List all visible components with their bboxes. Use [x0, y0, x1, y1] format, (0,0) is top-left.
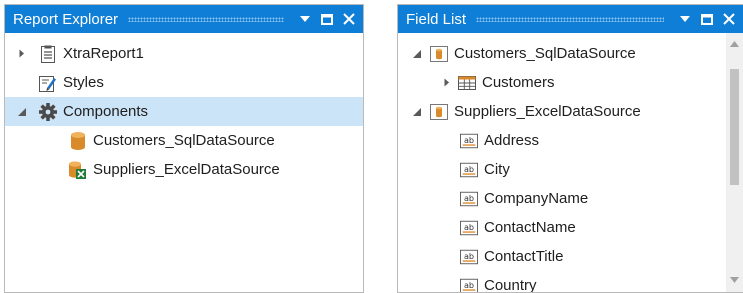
- sql-datasource-icon: [69, 131, 87, 150]
- svg-text:ab: ab: [464, 251, 474, 261]
- field-list-titlebar[interactable]: Field List: [398, 5, 743, 33]
- string-field-icon: ab: [460, 219, 478, 237]
- dropdown-arrow-icon[interactable]: [294, 5, 316, 33]
- maximize-icon[interactable]: [696, 5, 718, 33]
- collapse-arrow-icon[interactable]: [410, 47, 424, 61]
- dropdown-arrow-icon[interactable]: [674, 5, 696, 33]
- field-item-contactname[interactable]: ab ContactName: [398, 213, 743, 242]
- excel-datasource-icon: [69, 160, 87, 179]
- field-label: CompanyName: [484, 190, 589, 207]
- svg-text:ab: ab: [464, 135, 474, 145]
- report-explorer-titlebar[interactable]: Report Explorer: [5, 5, 363, 33]
- collapse-arrow-icon[interactable]: [410, 105, 424, 119]
- svg-text:ab: ab: [464, 280, 474, 290]
- report-icon: [39, 45, 57, 63]
- field-label: City: [484, 161, 510, 178]
- tree-item-customers-sqldatasource[interactable]: Customers_SqlDataSource: [5, 126, 363, 155]
- field-label: ContactTitle: [484, 248, 564, 265]
- drag-grip[interactable]: [128, 16, 284, 22]
- string-field-icon: ab: [460, 132, 478, 150]
- collapse-arrow-icon[interactable]: [15, 105, 29, 119]
- tree-item-label: Styles: [63, 74, 104, 91]
- svg-text:ab: ab: [464, 193, 474, 203]
- expand-arrow-icon[interactable]: [440, 76, 454, 90]
- field-label: ContactName: [484, 219, 576, 236]
- tree-item-customers-sqldatasource[interactable]: Customers_SqlDataSource: [398, 39, 743, 68]
- tree-item-suppliers-exceldatasource[interactable]: Suppliers_ExcelDataSource: [5, 155, 363, 184]
- string-field-icon: ab: [460, 190, 478, 208]
- svg-text:ab: ab: [464, 164, 474, 174]
- tree-item-label: Customers: [482, 74, 555, 91]
- tree-item-styles[interactable]: Styles: [5, 68, 363, 97]
- field-item-country[interactable]: ab Country: [398, 271, 743, 293]
- vertical-scrollbar[interactable]: [726, 33, 743, 292]
- close-icon[interactable]: [338, 5, 360, 33]
- close-icon[interactable]: [718, 5, 740, 33]
- panel-title: Report Explorer: [13, 10, 119, 28]
- tree-item-components[interactable]: Components: [5, 97, 363, 126]
- tree-item-customers[interactable]: Customers: [398, 68, 743, 97]
- table-icon: [458, 74, 476, 92]
- scroll-up-arrow-icon[interactable]: [726, 35, 743, 52]
- field-label: Country: [484, 277, 537, 293]
- string-field-icon: ab: [460, 277, 478, 292]
- drag-grip[interactable]: [476, 16, 664, 22]
- scrollbar-thumb[interactable]: [730, 69, 739, 185]
- tree-item-label: XtraReport1: [63, 45, 144, 62]
- field-item-contacttitle[interactable]: ab ContactTitle: [398, 242, 743, 271]
- field-item-city[interactable]: ab City: [398, 155, 743, 184]
- tree-item-label: Suppliers_ExcelDataSource: [93, 161, 280, 178]
- tree-item-xtrareport1[interactable]: XtraReport1: [5, 39, 363, 68]
- datasource-icon: [430, 45, 448, 63]
- string-field-icon: ab: [460, 161, 478, 179]
- field-list-tree: Customers_SqlDataSource Customers Suppli…: [398, 33, 743, 293]
- styles-icon: [39, 74, 57, 92]
- panel-title: Field List: [406, 10, 467, 28]
- string-field-icon: ab: [460, 248, 478, 266]
- expand-arrow-icon[interactable]: [15, 47, 29, 61]
- datasource-icon: [430, 103, 448, 121]
- field-list-panel: Field List Customers_SqlDataSource Custo…: [397, 4, 743, 293]
- field-item-companyname[interactable]: ab CompanyName: [398, 184, 743, 213]
- tree-item-label: Components: [63, 103, 149, 120]
- tree-item-label: Suppliers_ExcelDataSource: [454, 103, 641, 120]
- scroll-down-arrow-icon[interactable]: [726, 271, 743, 288]
- tree-item-label: Customers_SqlDataSource: [93, 132, 275, 149]
- field-label: Address: [484, 132, 540, 149]
- field-item-address[interactable]: ab Address: [398, 126, 743, 155]
- tree-item-suppliers-exceldatasource[interactable]: Suppliers_ExcelDataSource: [398, 97, 743, 126]
- gear-icon: [39, 102, 57, 121]
- report-explorer-tree: XtraReport1 Styles Components Customers_…: [5, 33, 363, 184]
- maximize-icon[interactable]: [316, 5, 338, 33]
- tree-item-label: Customers_SqlDataSource: [454, 45, 636, 62]
- report-explorer-panel: Report Explorer XtraReport1 Styles Compo…: [4, 4, 364, 293]
- svg-text:ab: ab: [464, 222, 474, 232]
